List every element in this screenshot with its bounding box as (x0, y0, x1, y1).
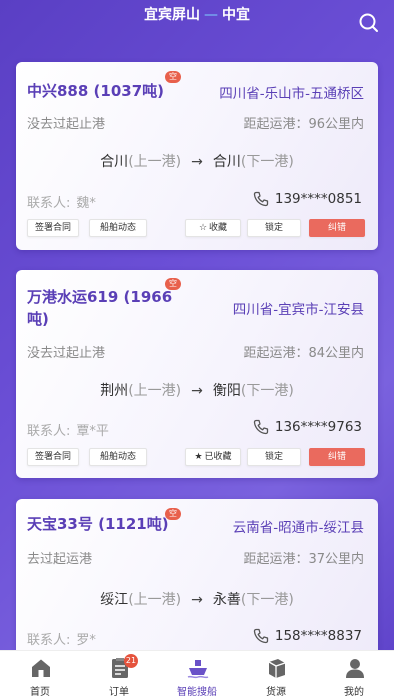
contact: 联系人: 罗* (27, 629, 96, 648)
ship-card[interactable]: 中兴888 (1037吨) 空 四川省-乐山市-五通桥区 没去过起止港 距起运港… (16, 62, 378, 250)
tab-label: 货源 (266, 687, 286, 698)
ship-name: 中兴888 (1037吨) (27, 82, 164, 100)
route-arrow: → (191, 592, 203, 608)
route-title[interactable]: 宜宾屏山 — 中宜 (132, 6, 262, 24)
ship-port-status: 去过起运港 (27, 552, 93, 567)
next-port-suffix: (下一港) (240, 592, 294, 608)
favorite-button[interactable]: ★ 已收藏 (185, 448, 241, 466)
ship-status-tag: 空 (165, 508, 181, 520)
ship-distance: 距起运港：37公里内 (243, 552, 364, 567)
order-count-badge: 21 (124, 654, 138, 668)
tab-smart-ship-search[interactable]: 智能搜船 (158, 651, 236, 700)
tab-cargo[interactable]: 货源 (237, 651, 315, 700)
search-icon (359, 13, 378, 32)
prev-port-suffix: (上一港) (128, 154, 182, 170)
ship-port-status: 没去过起止港 (27, 117, 106, 132)
star-filled-icon: ★ (194, 452, 203, 462)
next-port-suffix: (下一港) (240, 154, 294, 170)
route-from: 宜宾屏山 (144, 7, 200, 23)
favorite-label: 已收藏 (204, 452, 232, 462)
phone-number: 139****0851 (274, 191, 362, 207)
contact-label: 联系人: (27, 424, 71, 439)
card-actions: 签署合同 船舶动态 ☆ 收藏 锁定 纠错 (27, 219, 367, 237)
tab-label: 订单 (109, 687, 129, 698)
route-separator: — (204, 7, 218, 23)
prev-port: 合川 (100, 154, 129, 170)
lock-button[interactable]: 锁定 (247, 219, 301, 237)
contact-name: 罗* (76, 633, 96, 648)
tab-orders[interactable]: 21 订单 (80, 651, 158, 700)
card-actions: 签署合同 船舶动态 ★ 已收藏 锁定 纠错 (27, 448, 367, 466)
route-arrow: → (191, 154, 203, 170)
tab-label: 我的 (344, 687, 364, 698)
next-port: 合川 (212, 154, 241, 170)
cargo-icon (268, 659, 286, 678)
tab-home[interactable]: 首页 (1, 651, 79, 700)
ship-location: 云南省-昭通市-绥江县 (232, 520, 364, 536)
ship-status-tag: 空 (165, 71, 181, 83)
header: 宜宾屏山 — 中宜 (0, 0, 394, 52)
home-icon (32, 659, 50, 677)
contact: 联系人: 覃*平 (27, 420, 109, 439)
ship-card[interactable]: 天宝33号 (1121吨) 空 云南省-昭通市-绥江县 去过起运港 距起运港：3… (16, 499, 378, 669)
phone-icon (253, 628, 269, 644)
ship-port-status: 没去过起止港 (27, 346, 106, 361)
port-route: 合川(上一港) → 合川(下一港) (16, 151, 378, 171)
prev-port-suffix: (上一港) (128, 383, 182, 399)
ship-dynamics-button[interactable]: 船舶动态 (89, 448, 147, 466)
contact: 联系人: 魏* (27, 192, 96, 211)
phone-icon (253, 419, 269, 435)
lock-button[interactable]: 锁定 (247, 448, 301, 466)
ship-card[interactable]: 万港水运619 (1966吨) 空 四川省-宜宾市-江安县 没去过起止港 距起运… (16, 270, 378, 478)
port-route: 荆州(上一港) → 衡阳(下一港) (16, 380, 378, 400)
next-port: 永善 (212, 592, 241, 608)
sign-contract-button[interactable]: 签署合同 (27, 448, 79, 466)
contact-name: 覃*平 (76, 424, 109, 439)
next-port: 衡阳 (212, 383, 241, 399)
contact-name: 魏* (76, 196, 96, 211)
favorite-label: 收藏 (209, 223, 228, 233)
tab-label: 智能搜船 (177, 687, 217, 698)
tab-label: 首页 (30, 687, 50, 698)
ship-name: 天宝33号 (1121吨) (27, 515, 169, 533)
search-button[interactable] (358, 12, 380, 34)
ship-distance: 距起运港：96公里内 (243, 117, 364, 132)
star-outline-icon: ☆ (198, 223, 208, 233)
phone-icon (253, 191, 269, 207)
phone-link[interactable]: 139****0851 (253, 191, 362, 207)
ship-location: 四川省-乐山市-五通桥区 (219, 86, 364, 102)
route-arrow: → (191, 383, 203, 399)
prev-port-suffix: (上一港) (128, 592, 182, 608)
ship-name: 万港水运619 (1966吨) (27, 288, 173, 328)
contact-label: 联系人: (27, 196, 71, 211)
phone-number: 136****9763 (274, 419, 362, 435)
phone-link[interactable]: 158****8837 (253, 628, 362, 644)
ship-location: 四川省-宜宾市-江安县 (232, 302, 364, 318)
ship-dynamics-button[interactable]: 船舶动态 (89, 219, 147, 237)
sign-contract-button[interactable]: 签署合同 (27, 219, 79, 237)
contact-label: 联系人: (27, 633, 71, 648)
report-error-button[interactable]: 纠错 (309, 448, 365, 466)
ship-status-tag: 空 (165, 278, 181, 290)
report-error-button[interactable]: 纠错 (309, 219, 365, 237)
phone-number: 158****8837 (274, 628, 362, 644)
route-to: 中宜 (222, 7, 250, 23)
ship-distance: 距起运港：84公里内 (243, 346, 364, 361)
favorite-button[interactable]: ☆ 收藏 (185, 219, 241, 237)
tab-profile[interactable]: 我的 (315, 651, 393, 700)
bottom-tabbar: 首页 21 订单 智能搜船 货源 我的 (0, 650, 394, 700)
phone-link[interactable]: 136****9763 (253, 419, 362, 435)
next-port-suffix: (下一港) (240, 383, 294, 399)
prev-port: 荆州 (100, 383, 129, 399)
ship-icon (187, 660, 209, 679)
port-route: 绥江(上一港) → 永善(下一港) (16, 589, 378, 609)
profile-icon (346, 659, 364, 678)
prev-port: 绥江 (100, 592, 129, 608)
